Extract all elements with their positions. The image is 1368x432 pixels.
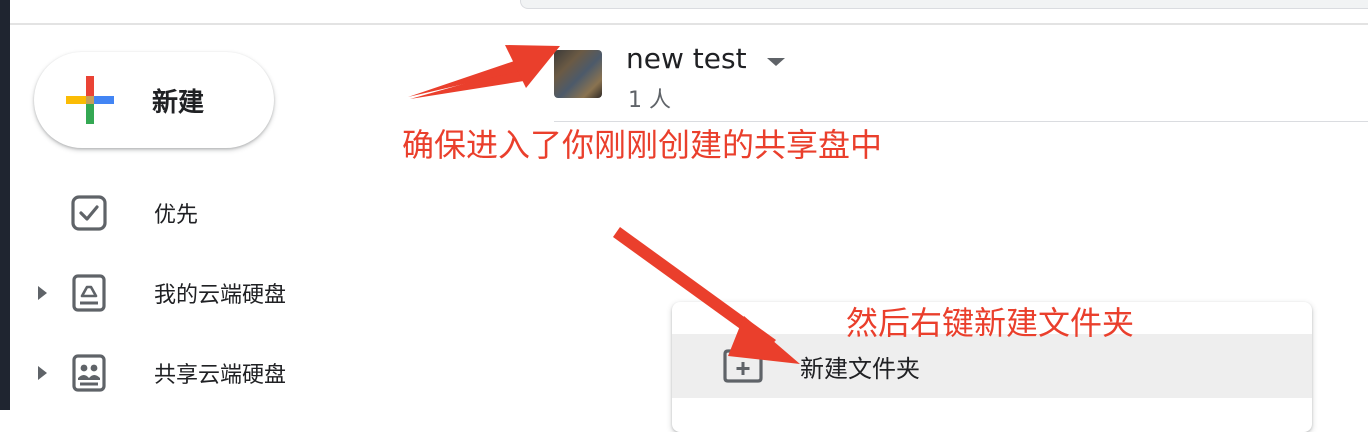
expand-caret-icon[interactable] bbox=[30, 361, 54, 385]
sidebar-item-my-drive[interactable]: 我的云端硬盘 bbox=[30, 268, 390, 318]
annotation-top: 确保进入了你刚刚创建的共享盘中 bbox=[402, 126, 883, 164]
plus-icon bbox=[66, 76, 114, 124]
sidebar-item-label: 共享云端硬盘 bbox=[154, 363, 287, 388]
sidebar-item-priority[interactable]: 优先 bbox=[30, 188, 390, 238]
chevron-down-icon[interactable] bbox=[766, 52, 786, 72]
new-button-label: 新建 bbox=[152, 87, 205, 118]
new-folder-icon bbox=[722, 348, 764, 384]
shared-drives-icon bbox=[70, 354, 108, 392]
drive-name[interactable]: new test bbox=[626, 42, 747, 75]
sidebar-item-shared-drives[interactable]: 共享云端硬盘 bbox=[30, 348, 390, 398]
drive-thumbnail bbox=[554, 50, 602, 98]
expand-caret-icon[interactable] bbox=[30, 281, 54, 305]
drive-member-count[interactable]: 1 人 bbox=[628, 82, 671, 114]
priority-checkbox-icon bbox=[70, 194, 108, 232]
sidebar-item-label: 优先 bbox=[154, 203, 199, 228]
window-edge bbox=[0, 0, 10, 410]
annotation-bottom: 然后右键新建文件夹 bbox=[846, 304, 1135, 342]
menu-item-label: 新建文件夹 bbox=[800, 354, 920, 383]
new-button[interactable]: 新建 bbox=[34, 52, 274, 148]
top-divider bbox=[10, 23, 1368, 25]
arrow-to-drive-icon bbox=[408, 45, 560, 99]
my-drive-icon bbox=[70, 274, 108, 312]
sidebar-item-label: 我的云端硬盘 bbox=[154, 283, 287, 308]
search-bar-edge[interactable] bbox=[520, 0, 1368, 9]
